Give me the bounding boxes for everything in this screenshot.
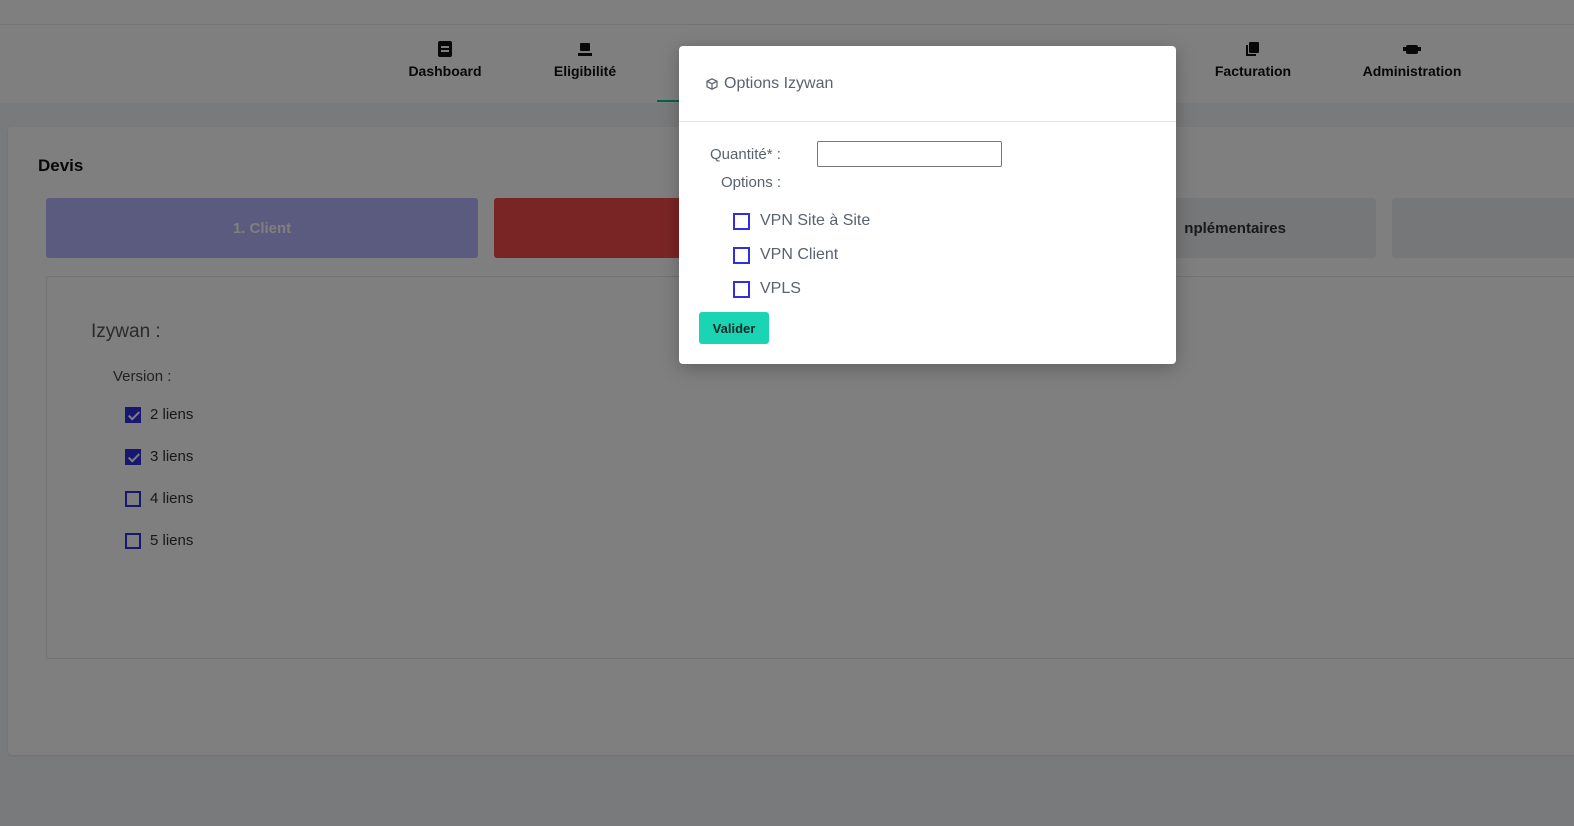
option-vpls[interactable]: VPLS (733, 280, 801, 298)
cube-icon (706, 78, 718, 90)
quantity-label: Quantité* : (710, 146, 781, 163)
options-label: Options : (721, 174, 782, 191)
modal-title: Options Izywan (706, 75, 833, 93)
modal-title-text: Options Izywan (724, 75, 834, 92)
checkbox[interactable] (733, 280, 750, 298)
option-vpn-client[interactable]: VPN Client (733, 246, 838, 264)
modal-header: Options Izywan (679, 46, 1176, 122)
option-label: VPN Client (760, 246, 839, 263)
valider-button[interactable]: Valider (699, 312, 769, 344)
checkbox[interactable] (733, 246, 750, 264)
checkbox[interactable] (733, 212, 750, 230)
option-label: VPLS (760, 280, 801, 297)
option-label: VPN Site à Site (760, 212, 871, 229)
options-modal: Options Izywan Quantité* : Options : VPN… (679, 46, 1176, 364)
quantity-input[interactable] (817, 141, 1002, 167)
option-vpn-site-a-site[interactable]: VPN Site à Site (733, 212, 870, 230)
